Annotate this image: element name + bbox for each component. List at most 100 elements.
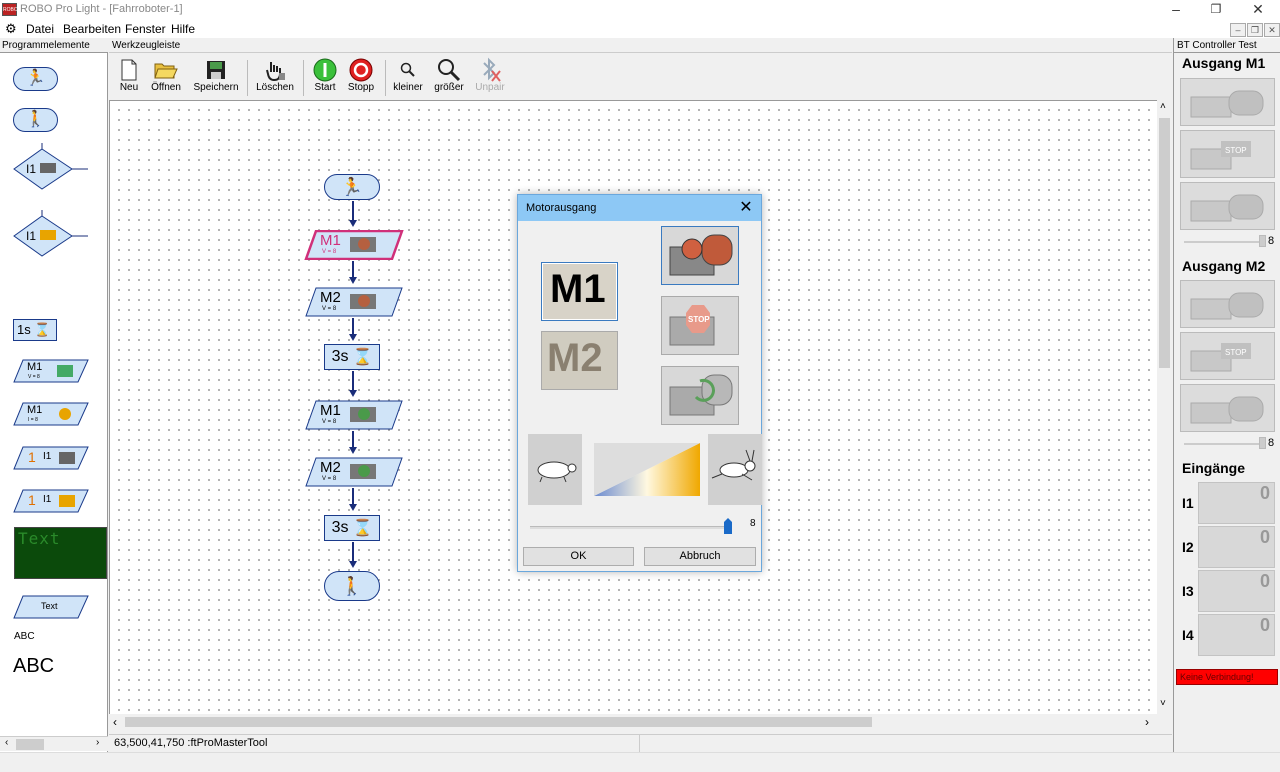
branch-label: I1 — [26, 162, 37, 176]
mdi-minimize-button[interactable]: – — [1230, 23, 1246, 37]
comment-large[interactable]: ABC — [13, 655, 54, 678]
svg-text:STOP: STOP — [1225, 146, 1247, 155]
canvas-vertical-scrollbar[interactable]: ˄ ˅ — [1157, 100, 1172, 714]
save-label: Speichern — [193, 82, 239, 93]
stop-red-icon — [345, 58, 377, 82]
flow-motor-m2[interactable]: M2 V = 8 — [304, 287, 404, 317]
slider-knob[interactable] — [1259, 437, 1266, 449]
scroll-right-icon[interactable]: › — [96, 737, 99, 748]
scroll-thumb[interactable] — [125, 717, 872, 727]
flow-sub: V = 8 — [322, 419, 337, 425]
scroll-right-icon[interactable]: › — [1145, 715, 1149, 729]
motor-reverse-button[interactable] — [661, 366, 739, 425]
hourglass-icon: ⌛ — [30, 322, 51, 337]
mdi-close-button[interactable]: ✕ — [1264, 23, 1280, 37]
toolbar: Neu Öffnen Speichern Löschen Start Stopp… — [109, 54, 1172, 100]
lamp-element[interactable]: M1 I = 8 — [13, 402, 89, 426]
menu-datei[interactable]: Datei — [26, 22, 54, 36]
branch-button-element[interactable]: I1 — [12, 210, 92, 258]
scroll-thumb[interactable] — [16, 739, 44, 750]
m1-reverse-button[interactable] — [1180, 182, 1275, 230]
open-button[interactable]: Öffnen — [149, 58, 183, 93]
ok-button[interactable]: OK — [523, 547, 634, 566]
scroll-up-icon[interactable]: ˄ — [1160, 101, 1166, 112]
status-text: 63,500,41,750 :ftProMasterTool — [114, 737, 268, 749]
text-output-element[interactable]: Text — [13, 595, 89, 619]
dialog-close-button[interactable]: ✕ — [735, 198, 757, 218]
flow-motor-m1-selected[interactable]: M1 V = 8 — [304, 230, 404, 260]
scroll-down-icon[interactable]: ˅ — [1160, 698, 1166, 709]
save-button[interactable]: Speichern — [193, 58, 239, 93]
start-figure-icon: 🏃 — [340, 176, 364, 197]
flow-motor-m1-reverse[interactable]: M1 V = 8 — [304, 400, 404, 430]
minimize-button[interactable]: – — [1156, 0, 1196, 20]
select-m2-button[interactable]: M2 — [541, 331, 618, 390]
stop-label: Stopp — [347, 82, 375, 93]
select-m1-button[interactable]: M1 — [541, 262, 618, 321]
m2-stop-button[interactable]: STOP — [1180, 332, 1275, 380]
comment-small[interactable]: ABC — [14, 631, 35, 642]
new-button[interactable]: Neu — [117, 58, 141, 93]
inputs-title: Eingänge — [1182, 460, 1246, 476]
input-value: 0 — [1259, 527, 1270, 547]
menu-bar: ⚙ Datei Bearbeiten Fenster Hilfe — [0, 20, 1280, 38]
motor-forward-button[interactable] — [661, 226, 739, 285]
motor-stop-button[interactable]: STOP — [661, 296, 739, 355]
m2-speed-slider[interactable] — [1184, 437, 1266, 449]
new-label: Neu — [119, 82, 139, 93]
m1-speed-slider[interactable] — [1184, 235, 1266, 247]
flow-end[interactable]: 🚶 — [324, 571, 380, 601]
scroll-left-icon[interactable]: ‹ — [113, 715, 117, 729]
branch-digital-element[interactable]: I1 — [12, 143, 92, 191]
flow-wait[interactable]: 3s ⌛ — [324, 344, 380, 370]
close-button[interactable]: ✕ — [1238, 0, 1278, 20]
m2-reverse-button[interactable] — [1180, 384, 1275, 432]
canvas-horizontal-scrollbar[interactable]: ‹ › — [109, 714, 1157, 730]
open-label: Öffnen — [151, 82, 181, 93]
end-element[interactable]: 🚶 — [13, 108, 58, 132]
stop-figure-icon: 🚶 — [340, 575, 364, 596]
left-scrollbar[interactable]: ‹ › — [0, 736, 108, 751]
lamp-sub: I = 8 — [28, 417, 38, 423]
cancel-button[interactable]: Abbruch — [644, 547, 756, 566]
counter-input: I1 — [43, 451, 52, 462]
flow-wait[interactable]: 3s ⌛ — [324, 515, 380, 541]
speed-value: 8 — [750, 518, 756, 529]
m1-stop-button[interactable]: STOP — [1180, 130, 1275, 178]
zoom-in-button[interactable]: größer — [431, 58, 467, 93]
flow-sub: V = 8 — [322, 249, 337, 255]
menu-fenster[interactable]: Fenster — [125, 22, 166, 36]
mdi-restore-button[interactable]: ❐ — [1247, 23, 1263, 37]
menu-bearbeiten[interactable]: Bearbeiten — [63, 22, 121, 36]
speed-slider-track[interactable] — [530, 526, 726, 529]
slider-knob[interactable] — [1259, 235, 1266, 247]
menu-hilfe[interactable]: Hilfe — [171, 22, 195, 36]
m1-forward-button[interactable] — [1180, 78, 1275, 126]
unpair-button[interactable]: Unpair — [473, 57, 507, 93]
flow-motor-m2-reverse[interactable]: M2 V = 8 — [304, 457, 404, 487]
output-m1-title: Ausgang M1 — [1182, 55, 1266, 71]
counter-button-element[interactable]: 1 I1 — [13, 489, 89, 513]
counter-element[interactable]: 1 I1 — [13, 446, 89, 470]
wait-element[interactable]: 1s ⌛ — [13, 319, 57, 341]
start-element[interactable]: 🏃 — [13, 67, 58, 91]
delete-button[interactable]: Löschen — [255, 58, 295, 93]
flow-label: M2 — [320, 459, 341, 476]
scroll-left-icon[interactable]: ‹ — [5, 737, 8, 748]
speed-gradient — [594, 443, 700, 496]
zoom-out-button[interactable]: kleiner — [391, 58, 425, 93]
input-i2-indicator: 0 — [1198, 526, 1275, 568]
speed-slider-thumb[interactable] — [723, 517, 733, 535]
display-element[interactable]: Text — [14, 527, 107, 579]
m2-forward-button[interactable] — [1180, 280, 1275, 328]
scroll-thumb[interactable] — [1159, 118, 1170, 368]
flow-arrowhead — [349, 390, 357, 397]
gear-icon[interactable]: ⚙ — [5, 21, 17, 37]
start-button[interactable]: Start — [309, 58, 341, 93]
flow-start[interactable]: 🏃 — [324, 174, 380, 200]
motor-element[interactable]: M1 V = 8 — [13, 359, 89, 383]
stop-button[interactable]: Stopp — [345, 58, 377, 93]
maximize-button[interactable]: ❐ — [1196, 0, 1236, 20]
magnifier-small-icon — [391, 58, 425, 82]
bt-controller-panel: BT Controller Test Ausgang M1 STOP 8 Aus… — [1173, 38, 1280, 752]
